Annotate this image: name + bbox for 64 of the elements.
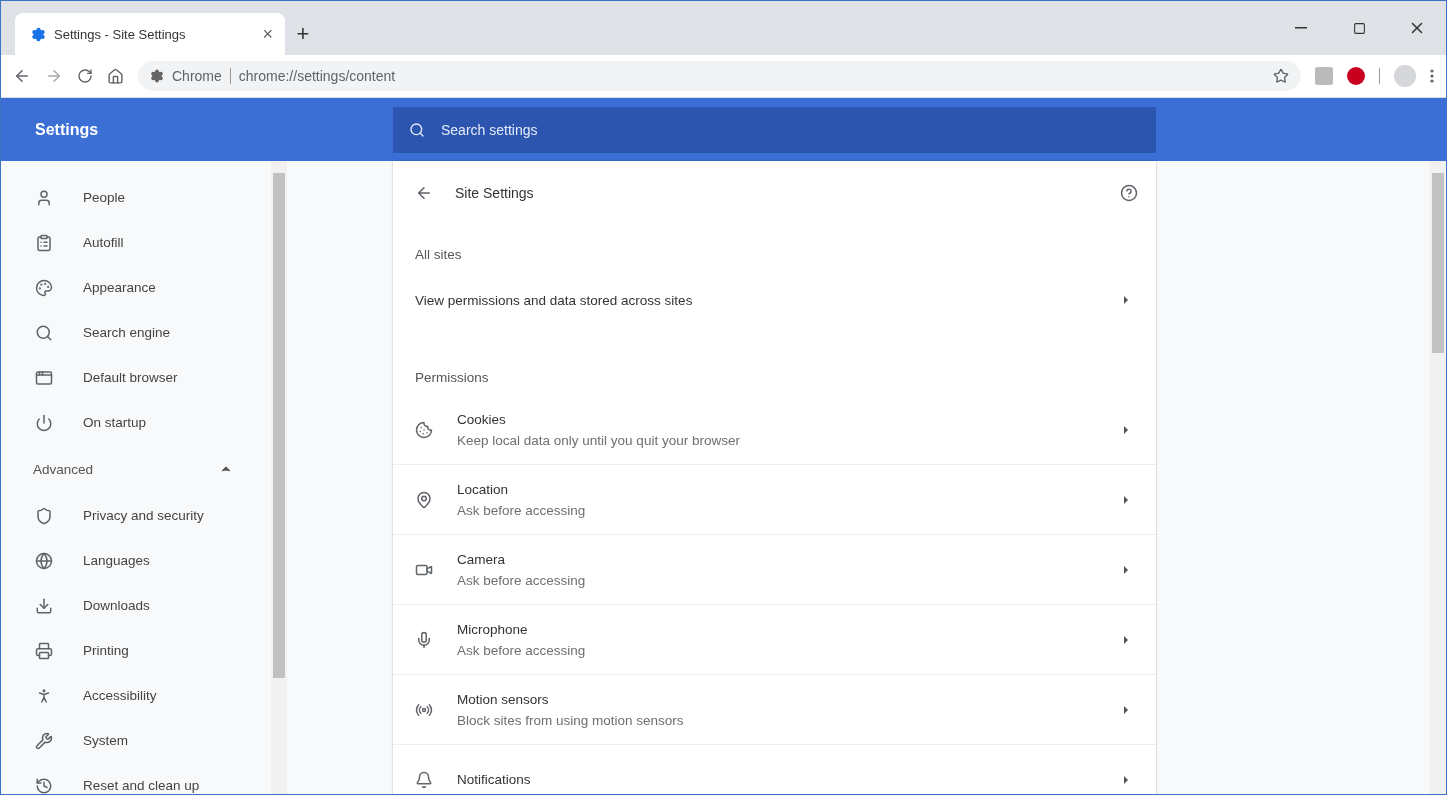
item-icon <box>35 413 53 432</box>
section-heading: Permissions <box>414 369 490 387</box>
permission-icon <box>415 420 433 439</box>
back-button[interactable] <box>415 184 433 202</box>
sidebar-item[interactable]: System <box>1 718 271 763</box>
item-icon <box>35 188 53 207</box>
site-label: Chrome <box>172 68 222 84</box>
item-icon <box>35 596 53 615</box>
permission-row[interactable]: Cookies Keep local data only until you quit your browser <box>393 395 1156 465</box>
search-field[interactable]: Search settings <box>439 120 1140 139</box>
settings-title: Settings <box>34 120 100 139</box>
home-button[interactable] <box>107 67 124 85</box>
reload-button[interactable] <box>77 68 93 84</box>
sidebar-item[interactable]: Downloads <box>1 583 271 628</box>
browser-tab[interactable]: Settings - Site Settings × <box>15 13 285 55</box>
sidebar-item[interactable]: Accessibility <box>1 673 271 718</box>
permission-icon <box>415 630 433 649</box>
page-scrollbar[interactable] <box>1430 161 1446 794</box>
item-icon <box>35 551 53 570</box>
close-tab-button[interactable]: × <box>262 23 273 45</box>
item-icon <box>35 506 53 525</box>
minimize-icon <box>1295 27 1307 29</box>
search-icon <box>409 121 425 138</box>
tab-title: Settings - Site Settings <box>54 26 187 42</box>
permission-row[interactable]: Motion sensors Block sites from using motion sensors <box>393 675 1156 745</box>
search-field[interactable]: Search settings <box>393 106 1156 153</box>
sidebar-item[interactable]: Reset and clean up <box>1 763 271 794</box>
sidebar-item[interactable]: Appearance <box>1 265 271 310</box>
sidebar-item[interactable]: Search engine <box>1 310 271 355</box>
permission-row[interactable]: Camera Ask before accessing <box>393 535 1156 605</box>
permission-row[interactable]: Notifications <box>393 745 1156 794</box>
help-button[interactable] <box>1120 184 1138 202</box>
item-icon <box>35 368 53 387</box>
item-icon <box>35 731 53 750</box>
star-icon[interactable] <box>1273 68 1289 84</box>
sidebar-scrollbar[interactable] <box>271 161 287 794</box>
item-icon <box>35 641 53 660</box>
sidebar-item[interactable]: Default browser <box>1 355 271 400</box>
sidebar-item[interactable]: Printing <box>1 628 271 673</box>
sidebar-item[interactable]: On startup <box>1 400 271 445</box>
gear-icon <box>31 26 46 42</box>
permission-row[interactable]: Location Ask before accessing <box>393 465 1156 535</box>
sidebar-item[interactable]: Privacy and security <box>1 493 271 538</box>
item-icon <box>35 323 53 342</box>
url-text: chrome://settings/content <box>238 68 397 84</box>
menu-icon <box>1430 69 1434 83</box>
back-button[interactable] <box>13 67 31 85</box>
permission-row[interactable]: Microphone Ask before accessing <box>393 605 1156 675</box>
advanced-toggle[interactable]: Advanced <box>1 445 271 493</box>
page-title: Site Settings <box>455 185 535 201</box>
sidebar-item[interactable]: People <box>1 175 271 220</box>
section-heading: All sites <box>414 246 463 264</box>
menu-button[interactable] <box>1430 69 1434 83</box>
permission-icon <box>415 770 433 789</box>
item-icon <box>35 278 53 297</box>
maximize-icon <box>1352 21 1366 35</box>
all-sites-link[interactable]: View permissions and data stored across sites <box>393 272 1156 328</box>
permission-icon <box>415 490 433 509</box>
new-tab-button[interactable]: + <box>285 13 321 55</box>
sidebar-item[interactable]: Autofill <box>1 220 271 265</box>
item-icon <box>35 776 53 794</box>
address-bar[interactable]: Chrome chrome://settings/content <box>138 61 1301 91</box>
item-icon <box>35 233 53 252</box>
sidebar-item[interactable]: Languages <box>1 538 271 583</box>
